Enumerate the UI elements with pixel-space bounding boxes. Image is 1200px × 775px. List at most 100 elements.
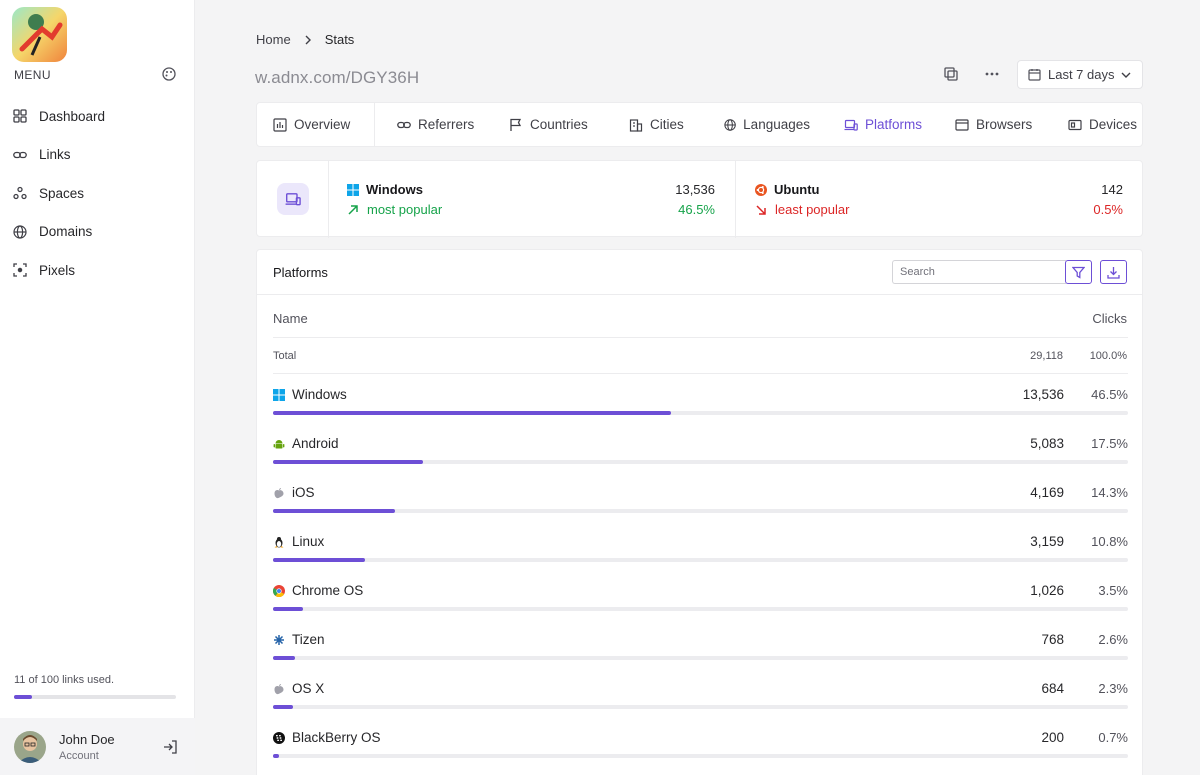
user-subtitle: Account bbox=[59, 749, 99, 762]
divider bbox=[273, 337, 1128, 338]
devices-icon bbox=[285, 193, 301, 206]
row-bar-track bbox=[273, 705, 1128, 709]
row-bar-track bbox=[273, 754, 1128, 758]
date-range-label: Last 7 days bbox=[1048, 67, 1115, 82]
least-popular-tag: least popular bbox=[755, 202, 849, 217]
row-bar-fill bbox=[273, 411, 671, 415]
sidebar-item-dashboard[interactable]: Dashboard bbox=[0, 97, 195, 136]
row-bar-fill bbox=[273, 705, 293, 709]
app-logo[interactable] bbox=[12, 7, 67, 62]
table-row[interactable]: iOS 4,169 14.3% bbox=[273, 478, 1128, 518]
tab-overview[interactable]: Overview bbox=[257, 103, 374, 146]
tab-devices[interactable]: Devices bbox=[1036, 103, 1137, 146]
least-popular-clicks: 142 bbox=[1101, 182, 1123, 197]
tab-languages[interactable]: Languages bbox=[689, 103, 810, 146]
least-popular-name: Ubuntu bbox=[755, 182, 819, 197]
table-row[interactable]: Android 5,083 17.5% bbox=[273, 429, 1128, 469]
apple-icon bbox=[274, 487, 284, 498]
blackberry-icon bbox=[273, 731, 285, 744]
palette-icon[interactable] bbox=[162, 67, 176, 81]
dashboard-grid-icon bbox=[13, 109, 27, 123]
least-popular-text: least popular bbox=[775, 202, 850, 217]
row-label: Linux bbox=[292, 534, 325, 549]
row-name: BlackBerry OS bbox=[273, 730, 381, 745]
table-row[interactable]: Windows 13,536 46.5% bbox=[273, 380, 1128, 420]
total-clicks: 29,118 bbox=[1030, 350, 1063, 362]
chrome-icon bbox=[273, 584, 285, 597]
tab-countries[interactable]: Countries bbox=[486, 103, 600, 146]
row-bar-fill bbox=[273, 558, 366, 562]
devices-icon bbox=[844, 119, 858, 131]
link-usage-fill bbox=[14, 695, 32, 699]
arrow-up-right-icon bbox=[348, 204, 358, 215]
tizen-icon bbox=[274, 634, 284, 645]
tab-referrers[interactable]: Referrers bbox=[375, 103, 486, 146]
divider bbox=[257, 294, 1142, 295]
tab-label: Browsers bbox=[976, 117, 1033, 132]
divider bbox=[273, 373, 1128, 374]
row-clicks: 1,026 bbox=[1030, 583, 1064, 598]
row-bar-track bbox=[273, 656, 1128, 660]
sidebar-item-label: Domains bbox=[39, 224, 93, 240]
least-popular-percent: 0.5% bbox=[1093, 202, 1123, 217]
sidebar-item-domains[interactable]: Domains bbox=[0, 213, 195, 252]
row-name: Windows bbox=[273, 387, 347, 402]
globe-icon bbox=[13, 225, 27, 239]
most-popular-label: Windows bbox=[366, 182, 423, 197]
row-bar-fill bbox=[273, 607, 303, 611]
chart-icon bbox=[273, 117, 287, 132]
table-row[interactable]: Tizen 768 2.6% bbox=[273, 625, 1128, 665]
row-clicks: 684 bbox=[1041, 681, 1064, 696]
copy-icon[interactable] bbox=[943, 66, 959, 82]
row-name: OS X bbox=[273, 681, 324, 696]
row-label: Windows bbox=[292, 387, 347, 402]
download-icon bbox=[1107, 266, 1120, 279]
logout-icon[interactable] bbox=[163, 740, 177, 754]
device-icon bbox=[1068, 119, 1082, 130]
pixel-icon bbox=[13, 263, 27, 277]
breadcrumb-home[interactable]: Home bbox=[256, 32, 291, 47]
search-input[interactable]: Search bbox=[892, 260, 1066, 284]
flag-icon bbox=[510, 118, 522, 131]
arrow-down-right-icon bbox=[756, 204, 766, 215]
row-label: OS X bbox=[292, 681, 325, 696]
row-percent: 2.6% bbox=[1098, 632, 1128, 647]
more-options-icon[interactable] bbox=[984, 66, 1000, 82]
tab-platforms[interactable]: Platforms bbox=[810, 103, 923, 146]
download-button[interactable] bbox=[1100, 260, 1127, 284]
tab-label: Referrers bbox=[418, 117, 475, 132]
date-range-select[interactable]: Last 7 days bbox=[1017, 60, 1143, 89]
row-percent: 46.5% bbox=[1091, 387, 1128, 402]
tab-browsers[interactable]: Browsers bbox=[923, 103, 1036, 146]
sidebar-item-spaces[interactable]: Spaces bbox=[0, 174, 195, 213]
tab-label: Countries bbox=[530, 117, 588, 132]
tab-label: Languages bbox=[743, 117, 810, 132]
browser-icon bbox=[955, 118, 969, 131]
row-bar-fill bbox=[273, 460, 423, 464]
table-row[interactable]: OS X 684 2.3% bbox=[273, 674, 1128, 714]
row-clicks: 768 bbox=[1041, 632, 1064, 647]
ubuntu-icon bbox=[755, 183, 767, 196]
sidebar-item-links[interactable]: Links bbox=[0, 136, 195, 175]
tab-label: Platforms bbox=[865, 117, 923, 132]
table-row[interactable]: BlackBerry OS 200 0.7% bbox=[273, 723, 1128, 763]
globe-icon bbox=[724, 118, 736, 131]
table-row[interactable]: Chrome OS 1,026 3.5% bbox=[273, 576, 1128, 616]
row-name: Tizen bbox=[273, 632, 325, 647]
row-label: Tizen bbox=[292, 632, 325, 647]
row-percent: 3.5% bbox=[1098, 583, 1128, 598]
total-percent: 100.0% bbox=[1089, 350, 1127, 362]
table-row[interactable]: Linux 3,159 10.8% bbox=[273, 527, 1128, 567]
column-header-clicks: Clicks bbox=[1092, 311, 1127, 326]
sidebar-item-label: Pixels bbox=[39, 262, 76, 278]
tab-label: Devices bbox=[1089, 117, 1138, 132]
most-popular-clicks: 13,536 bbox=[675, 182, 715, 197]
tab-cities[interactable]: Cities bbox=[600, 103, 689, 146]
user-account[interactable]: John Doe Account bbox=[0, 718, 195, 775]
filter-button[interactable] bbox=[1065, 260, 1092, 284]
breadcrumb: Home Stats bbox=[256, 32, 354, 47]
sidebar-item-pixels[interactable]: Pixels bbox=[0, 251, 195, 290]
row-label: Chrome OS bbox=[292, 583, 364, 598]
panel-title: Platforms bbox=[273, 265, 328, 280]
row-bar-track bbox=[273, 607, 1128, 611]
